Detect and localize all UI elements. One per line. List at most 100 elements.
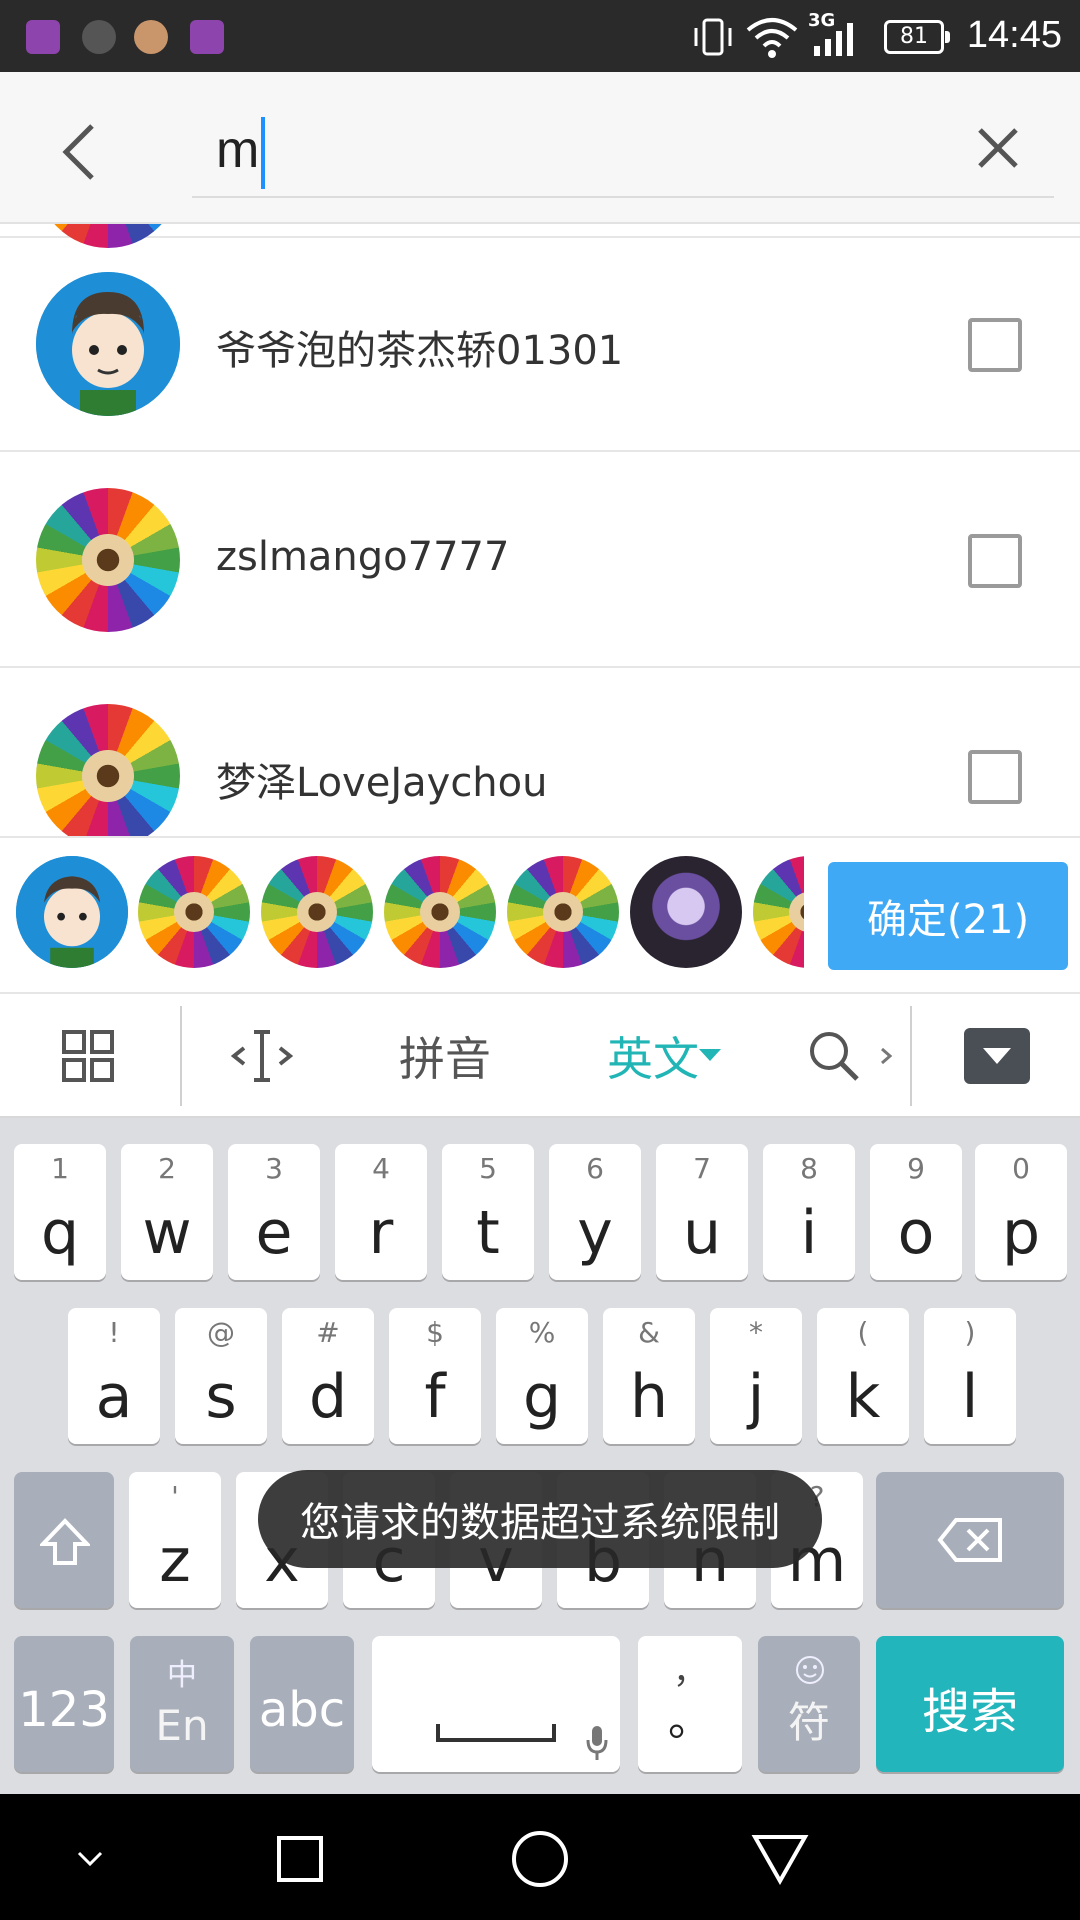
key-hint: # [316,1316,340,1349]
key-f[interactable]: $ f [389,1308,481,1444]
list-item[interactable]: zslmango7777 [0,454,1080,668]
key-a[interactable]: ! a [68,1308,160,1444]
key-p[interactable]: 0p [975,1144,1067,1280]
key-label: s [205,1362,237,1432]
symbols-key[interactable]: 符 [758,1636,860,1772]
navigation-bar [0,1794,1080,1920]
key-w[interactable]: 2w [121,1144,213,1280]
hide-keyboard-button[interactable] [964,1016,1030,1096]
key-z[interactable]: ' z [129,1472,221,1608]
punctuation-key[interactable]: ， 。 [638,1636,742,1772]
english-mode-label: 英文 [607,1032,699,1086]
selected-avatar[interactable] [384,856,496,968]
key-g[interactable]: % g [496,1308,588,1444]
key-q[interactable]: 1q [14,1144,106,1280]
back-nav-button[interactable] [740,1824,820,1894]
cartoon-boy-avatar-icon [16,856,128,968]
key-hint: ! [108,1316,120,1349]
key-o[interactable]: 9o [870,1144,962,1280]
key-label: d [308,1362,348,1432]
key-hint: 1 [51,1152,69,1185]
key-hint: ' [171,1480,179,1513]
search-key[interactable]: 搜索 [876,1636,1064,1772]
key-hint: 5 [479,1152,497,1185]
list-item[interactable]: 梦泽LoveJaychou [0,670,1080,836]
key-label: p [1001,1198,1041,1268]
key-hint: 9 [907,1152,925,1185]
key-hint: 7 [693,1152,711,1185]
confirm-button[interactable]: 确定(21) [828,862,1068,970]
selected-avatar[interactable] [16,856,128,968]
avatar [36,488,180,632]
space-bar-icon [436,1724,556,1742]
abc-key[interactable]: abc [250,1636,354,1772]
list-item[interactable] [0,224,1080,248]
key-d[interactable]: # d [282,1308,374,1444]
key-t[interactable]: 5t [442,1144,534,1280]
key-h[interactable]: & h [603,1308,695,1444]
selected-avatar[interactable] [507,856,619,968]
key-hint: ( [857,1316,869,1349]
english-mode-button[interactable]: 英文 [594,1016,734,1096]
key-label: h [629,1362,669,1432]
app-notification-icon [82,20,116,54]
home-button[interactable] [500,1824,580,1894]
clear-search-button[interactable] [960,110,1036,186]
selected-contacts-bar: 确定(21) [0,836,1080,994]
key-u[interactable]: 7u [656,1144,748,1280]
key-l[interactable]: ) l [924,1308,1016,1444]
contact-list[interactable]: 爷爷泡的茶杰轿01301 zslmango7777 梦泽LoveJaychou [0,224,1080,836]
grid-menu-button[interactable] [48,1016,128,1096]
key-label: i [800,1198,818,1268]
key-label: 123 [18,1682,110,1738]
list-item[interactable]: 爷爷泡的茶杰轿01301 [0,238,1080,452]
key-label: r [368,1198,394,1268]
key-label: k [845,1362,881,1432]
shift-key[interactable] [14,1472,114,1608]
selected-avatars-strip[interactable] [16,856,804,972]
search-icon [810,1032,859,1081]
numbers-key[interactable]: 123 [14,1636,114,1772]
microphone-icon [586,1726,608,1760]
select-checkbox[interactable] [968,318,1022,372]
selected-avatar[interactable] [753,856,804,968]
toast-message: 您请求的数据超过系统限制 [258,1470,822,1568]
hide-nav-button[interactable] [50,1824,130,1894]
key-label: u [682,1198,722,1268]
space-key[interactable] [372,1636,620,1772]
shift-arrow-icon [40,1518,90,1565]
key-s[interactable]: @ s [175,1308,267,1444]
signal-icon [814,23,853,56]
language-switch-key[interactable]: 中 En [130,1636,234,1772]
dropdown-triangle-icon [699,1049,721,1061]
cursor-move-button[interactable] [222,1016,302,1096]
search-input[interactable]: m [192,102,1054,198]
key-e[interactable]: 3e [228,1144,320,1280]
recent-apps-button[interactable] [260,1824,340,1894]
backspace-key[interactable] [876,1472,1064,1608]
key-i[interactable]: 8i [763,1144,855,1280]
avatar-notification-icon [134,20,168,54]
selected-avatar[interactable] [630,856,742,968]
avatar [36,272,180,416]
key-y[interactable]: 6y [549,1144,641,1280]
selected-avatar[interactable] [138,856,250,968]
key-j[interactable]: * j [710,1308,802,1444]
pinyin-mode-button[interactable]: 拼音 [390,1016,500,1096]
grid-icon [62,1030,114,1082]
contact-name: 梦泽LoveJaychou [216,760,548,806]
key-hint: @ [207,1316,235,1349]
key-k[interactable]: (k [817,1308,909,1444]
search-tool-button[interactable] [800,1016,900,1096]
select-checkbox[interactable] [968,750,1022,804]
wifi-icon [746,18,798,58]
select-checkbox[interactable] [968,534,1022,588]
key-label: abc [258,1682,346,1738]
key-hint: 中 [167,1658,197,1693]
key-r[interactable]: 4r [335,1144,427,1280]
soft-keyboard: 1q 2w 3e 4r 5t 6y 7u 8i 9o 0p ! a @ s # d $… [0,1118,1080,1794]
selected-avatar[interactable] [261,856,373,968]
search-header: m [0,72,1080,224]
key-hint: & [638,1316,660,1349]
back-button[interactable] [40,112,120,192]
